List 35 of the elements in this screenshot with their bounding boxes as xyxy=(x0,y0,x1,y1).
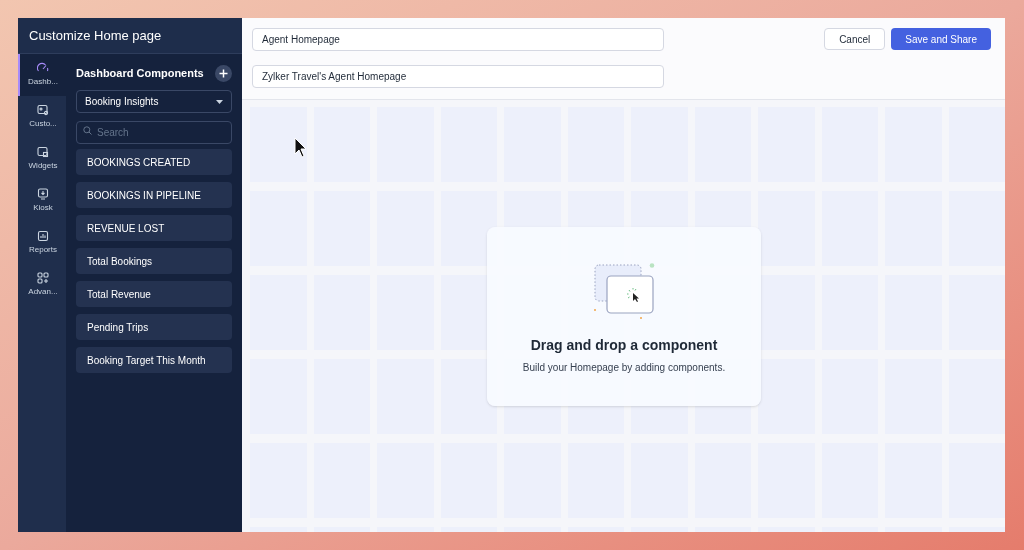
component-item[interactable]: Total Bookings xyxy=(76,248,232,274)
component-item[interactable]: BOOKINGS IN PIPELINE xyxy=(76,182,232,208)
description-field[interactable]: Zylker Travel's Agent Homepage xyxy=(252,65,664,88)
plus-icon xyxy=(219,68,228,78)
drag-drop-drawing xyxy=(593,263,655,321)
name-field[interactable]: Agent Homepage xyxy=(252,28,664,51)
component-item[interactable]: BOOKINGS CREATED xyxy=(76,149,232,175)
sidebar-tab[interactable]: Dashb... xyxy=(18,54,66,96)
card-gear-icon xyxy=(37,104,49,116)
component-item[interactable]: REVENUE LOST xyxy=(76,215,232,241)
sidebar-tab[interactable]: Custo... xyxy=(18,96,66,138)
sidebar-tab[interactable]: Widgets xyxy=(18,138,66,180)
sidebar-tab[interactable]: Reports xyxy=(18,222,66,264)
category-dropdown[interactable]: Booking Insights xyxy=(76,90,232,113)
window-title: Customize Home page xyxy=(18,18,242,54)
mouse-cursor-icon xyxy=(294,137,307,159)
caret-icon xyxy=(216,99,223,104)
component-item[interactable]: Booking Target This Month xyxy=(76,347,232,373)
widget-icon xyxy=(37,146,49,158)
component-item[interactable]: Total Revenue xyxy=(76,281,232,307)
grid-plus-icon xyxy=(37,272,49,284)
sidebar-tab[interactable]: Advan... xyxy=(18,264,66,306)
add-button[interactable] xyxy=(215,64,232,82)
gauge-icon xyxy=(37,62,49,74)
empty-state-subtitle: Build your Homepage by adding components. xyxy=(522,361,726,375)
panel-title: Dashboard Components xyxy=(76,65,204,81)
cancel-button[interactable]: Cancel xyxy=(824,28,886,50)
save-button[interactable]: Save and Share xyxy=(891,28,991,50)
component-item[interactable]: Pending Trips xyxy=(76,314,232,340)
report-chart-icon xyxy=(37,230,49,242)
search-field[interactable]: Search xyxy=(76,121,232,144)
sidebar-tab[interactable]: Kiosk xyxy=(18,180,66,222)
empty-state-title: Drag and drop a component xyxy=(530,336,718,355)
search-icon xyxy=(83,126,92,135)
monitor-download-icon xyxy=(37,188,49,200)
